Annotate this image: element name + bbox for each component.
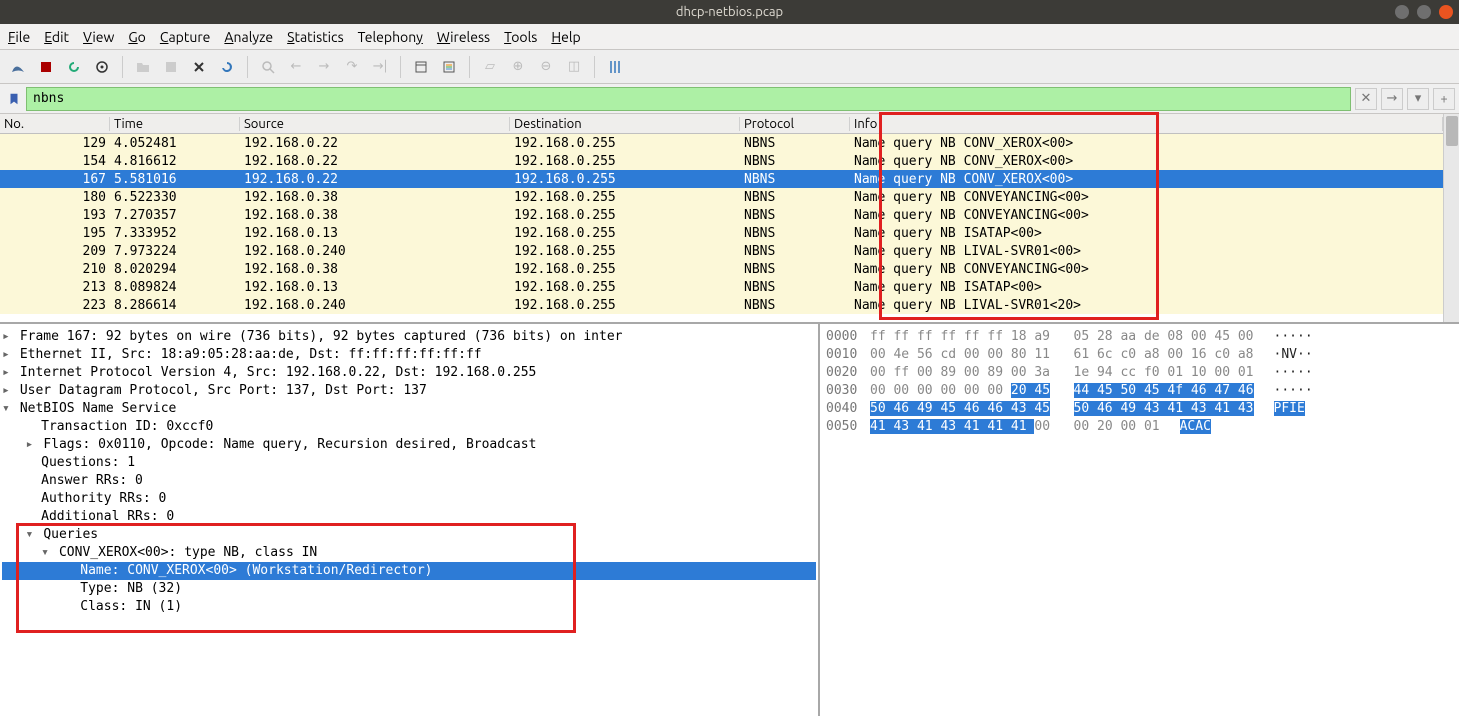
- filter-apply-button[interactable]: →: [1381, 88, 1403, 110]
- window-title: dhcp-netbios.pcap: [676, 5, 783, 19]
- tree-authority[interactable]: Authority RRs: 0: [2, 490, 816, 508]
- table-row[interactable]: 2108.020294192.168.0.38192.168.0.255NBNS…: [0, 260, 1443, 278]
- menu-view[interactable]: View: [83, 29, 114, 45]
- filter-clear-button[interactable]: ✕: [1355, 88, 1377, 110]
- bytes-row[interactable]: 003000 00 00 00 00 00 20 45 44 45 50 45 …: [826, 382, 1453, 400]
- resize-columns-icon[interactable]: [603, 55, 627, 79]
- packet-list-scrollbar[interactable]: [1443, 114, 1459, 322]
- tree-txid[interactable]: Transaction ID: 0xccf0: [2, 418, 816, 436]
- table-row[interactable]: 2097.973224192.168.0.240192.168.0.255NBN…: [0, 242, 1443, 260]
- close-button[interactable]: [1439, 5, 1453, 19]
- tree-frame[interactable]: ▸ Frame 167: 92 bytes on wire (736 bits)…: [2, 328, 816, 346]
- bytes-row[interactable]: 001000 4e 56 cd 00 00 80 11 61 6c c0 a8 …: [826, 346, 1453, 364]
- filter-bar: ✕ → ▾ +: [0, 84, 1459, 114]
- display-filter-input[interactable]: [26, 87, 1351, 111]
- packet-list-header[interactable]: No. Time Source Destination Protocol Inf…: [0, 114, 1443, 134]
- goto-icon[interactable]: →|: [368, 55, 392, 79]
- packet-bytes-pane[interactable]: 0000ff ff ff ff ff ff 18 a9 05 28 aa de …: [820, 324, 1459, 716]
- col-header-time[interactable]: Time: [110, 117, 240, 131]
- shark-fin-icon[interactable]: [6, 55, 30, 79]
- close-file-icon[interactable]: [187, 55, 211, 79]
- forward-icon[interactable]: →: [312, 55, 336, 79]
- tree-answer[interactable]: Answer RRs: 0: [2, 472, 816, 490]
- find-icon[interactable]: [256, 55, 280, 79]
- jump-icon[interactable]: ↷: [340, 55, 364, 79]
- options-icon[interactable]: [90, 55, 114, 79]
- col-header-info[interactable]: Info: [850, 117, 1443, 131]
- save-icon[interactable]: [159, 55, 183, 79]
- back-icon[interactable]: ←: [284, 55, 308, 79]
- reload-icon[interactable]: [215, 55, 239, 79]
- table-row[interactable]: 2238.286614192.168.0.240192.168.0.255NBN…: [0, 296, 1443, 314]
- table-row[interactable]: 2138.089824192.168.0.13192.168.0.255NBNS…: [0, 278, 1443, 296]
- table-row[interactable]: 1544.816612192.168.0.22192.168.0.255NBNS…: [0, 152, 1443, 170]
- menu-telephony[interactable]: Telephony: [358, 29, 423, 45]
- colorize-icon[interactable]: ▱: [478, 55, 502, 79]
- tree-additional[interactable]: Additional RRs: 0: [2, 508, 816, 526]
- table-row[interactable]: 1675.581016192.168.0.22192.168.0.255NBNS…: [0, 170, 1443, 188]
- tree-name[interactable]: Name: CONV_XEROX<00> (Workstation/Redire…: [2, 562, 816, 580]
- maximize-button[interactable]: [1417, 5, 1431, 19]
- bytes-row[interactable]: 005041 43 41 43 41 41 41 00 00 20 00 01A…: [826, 418, 1453, 436]
- bookmark-icon[interactable]: [4, 88, 24, 110]
- stop-capture-icon[interactable]: [34, 55, 58, 79]
- zoom-reset-icon[interactable]: ◫: [562, 55, 586, 79]
- tree-questions[interactable]: Questions: 1: [2, 454, 816, 472]
- open-icon[interactable]: [131, 55, 155, 79]
- tree-eth[interactable]: ▸ Ethernet II, Src: 18:a9:05:28:aa:de, D…: [2, 346, 816, 364]
- restart-icon[interactable]: [62, 55, 86, 79]
- menubar: File Edit View Go Capture Analyze Statis…: [0, 24, 1459, 50]
- first-packet-icon[interactable]: [409, 55, 433, 79]
- col-header-source[interactable]: Source: [240, 117, 510, 131]
- tree-nbns[interactable]: ▾ NetBIOS Name Service: [2, 400, 816, 418]
- menu-file[interactable]: File: [8, 29, 30, 45]
- bytes-row[interactable]: 004050 46 49 45 46 46 43 45 50 46 49 43 …: [826, 400, 1453, 418]
- tree-query1[interactable]: ▾ CONV_XEROX<00>: type NB, class IN: [2, 544, 816, 562]
- tree-class[interactable]: Class: IN (1): [2, 598, 816, 616]
- col-header-no[interactable]: No.: [0, 117, 110, 131]
- col-header-proto[interactable]: Protocol: [740, 117, 850, 131]
- toolbar: ← → ↷ →| ▱ ⊕ ⊖ ◫: [0, 50, 1459, 84]
- minimize-button[interactable]: [1395, 5, 1409, 19]
- tree-flags[interactable]: ▸ Flags: 0x0110, Opcode: Name query, Rec…: [2, 436, 816, 454]
- table-row[interactable]: 1937.270357192.168.0.38192.168.0.255NBNS…: [0, 206, 1443, 224]
- filter-dropdown-button[interactable]: ▾: [1407, 88, 1429, 110]
- col-header-dest[interactable]: Destination: [510, 117, 740, 131]
- table-row[interactable]: 1957.333952192.168.0.13192.168.0.255NBNS…: [0, 224, 1443, 242]
- menu-analyze[interactable]: Analyze: [224, 29, 273, 45]
- packet-list-pane: No. Time Source Destination Protocol Inf…: [0, 114, 1459, 324]
- table-row[interactable]: 1294.052481192.168.0.22192.168.0.255NBNS…: [0, 134, 1443, 152]
- menu-wireless[interactable]: Wireless: [437, 29, 490, 45]
- table-row[interactable]: 1806.522330192.168.0.38192.168.0.255NBNS…: [0, 188, 1443, 206]
- tree-udp[interactable]: ▸ User Datagram Protocol, Src Port: 137,…: [2, 382, 816, 400]
- zoom-in-icon[interactable]: ⊕: [506, 55, 530, 79]
- menu-help[interactable]: Help: [551, 29, 580, 45]
- zoom-out-icon[interactable]: ⊖: [534, 55, 558, 79]
- menu-statistics[interactable]: Statistics: [287, 29, 343, 45]
- menu-tools[interactable]: Tools: [504, 29, 537, 45]
- tree-type[interactable]: Type: NB (32): [2, 580, 816, 598]
- bytes-row[interactable]: 0000ff ff ff ff ff ff 18 a9 05 28 aa de …: [826, 328, 1453, 346]
- menu-edit[interactable]: Edit: [44, 29, 69, 45]
- filter-add-button[interactable]: +: [1433, 88, 1455, 110]
- auto-scroll-icon[interactable]: [437, 55, 461, 79]
- tree-queries[interactable]: ▾ Queries: [2, 526, 816, 544]
- titlebar: dhcp-netbios.pcap: [0, 0, 1459, 24]
- menu-go[interactable]: Go: [128, 29, 146, 45]
- bytes-row[interactable]: 002000 ff 00 89 00 89 00 3a 1e 94 cc f0 …: [826, 364, 1453, 382]
- packet-details-pane[interactable]: ▸ Frame 167: 92 bytes on wire (736 bits)…: [0, 324, 820, 716]
- tree-ip[interactable]: ▸ Internet Protocol Version 4, Src: 192.…: [2, 364, 816, 382]
- menu-capture[interactable]: Capture: [160, 29, 211, 45]
